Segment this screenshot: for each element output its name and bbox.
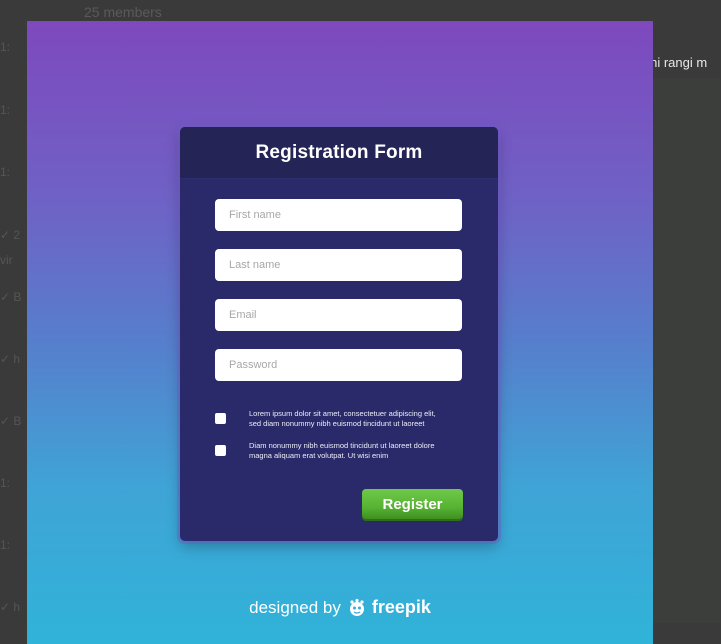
card-header: Registration Form	[180, 127, 498, 179]
left-fragment: 1:	[0, 538, 11, 552]
password-field[interactable]	[215, 349, 462, 381]
terms-checkbox[interactable]	[215, 413, 226, 424]
left-fragment: ✓ h	[0, 600, 21, 614]
members-count: 25 members	[84, 4, 162, 20]
credit-brand: freepik	[371, 597, 431, 617]
newsletter-checkbox-label: Diam nonummy nibh euismod tincidunt ut l…	[249, 441, 435, 460]
terms-checkbox-label: Lorem ipsum dolor sit amet, consectetuer…	[249, 409, 436, 428]
email-field[interactable]	[215, 299, 462, 331]
left-fragment: ✓ B	[0, 414, 22, 428]
left-fragment: 1:	[0, 40, 11, 54]
designer-credit: designed by freepik	[27, 597, 653, 618]
credit-prefix: designed by	[249, 597, 341, 617]
form-title: Registration Form	[255, 141, 423, 163]
left-fragment: 1:	[0, 476, 11, 490]
register-button[interactable]: Register	[362, 489, 463, 519]
first-name-field[interactable]	[215, 199, 462, 231]
left-fragment: ✓ B	[0, 290, 22, 304]
left-fragment: ✓ 2	[0, 228, 21, 242]
freepik-logo-icon	[347, 598, 367, 618]
left-fragment: 1:	[0, 103, 11, 117]
left-fragment: vir	[0, 253, 13, 267]
image-preview: Registration Form Lorem ipsum dolor sit …	[27, 21, 653, 644]
registration-card: Registration Form Lorem ipsum dolor sit …	[180, 127, 498, 541]
left-fragment: 1:	[0, 165, 11, 179]
right-panel	[653, 78, 721, 623]
last-name-field[interactable]	[215, 249, 462, 281]
newsletter-checkbox[interactable]	[215, 445, 226, 456]
left-fragment: ✓ h	[0, 352, 21, 366]
